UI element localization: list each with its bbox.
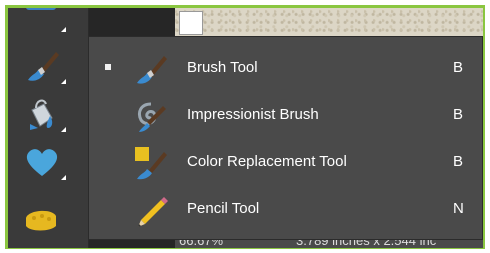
menu-item-label: Pencil Tool — [187, 200, 260, 217]
editor-window: 66.67% 3.789 inches x 2.544 inc Brush To… — [8, 8, 483, 248]
pencil-icon — [133, 192, 169, 228]
brush-tool-flyout-menu: Brush Tool B Impressionist Brush B Color… — [88, 36, 483, 240]
menu-item-shortcut: B — [453, 106, 464, 123]
menu-item-pencil-tool[interactable]: Pencil Tool N — [89, 186, 482, 232]
selected-indicator — [105, 64, 111, 70]
partial-tool-icon[interactable] — [22, 8, 66, 34]
menu-item-shortcut: B — [453, 59, 464, 76]
document-canvas[interactable] — [175, 8, 483, 36]
menu-item-label: Color Replacement Tool — [187, 153, 347, 170]
canvas-white-swatch — [179, 11, 203, 35]
menu-item-shortcut: N — [453, 200, 464, 217]
paint-bucket-icon[interactable] — [22, 94, 66, 134]
custom-shape-heart-icon[interactable] — [22, 142, 66, 182]
brush-tool-icon[interactable] — [22, 46, 66, 86]
menu-item-label: Brush Tool — [187, 59, 258, 76]
menu-item-impressionist-brush[interactable]: Impressionist Brush B — [89, 92, 482, 138]
menu-item-label: Impressionist Brush — [187, 106, 319, 123]
impressionist-brush-icon — [133, 98, 169, 134]
brush-icon — [133, 51, 169, 87]
menu-item-color-replacement-tool[interactable]: Color Replacement Tool B — [89, 139, 482, 185]
color-replacement-icon — [133, 145, 169, 181]
sponge-icon[interactable] — [22, 198, 62, 238]
toolbox-panel — [8, 8, 89, 248]
menu-item-brush-tool[interactable]: Brush Tool B — [89, 45, 482, 91]
menu-item-shortcut: B — [453, 153, 464, 170]
